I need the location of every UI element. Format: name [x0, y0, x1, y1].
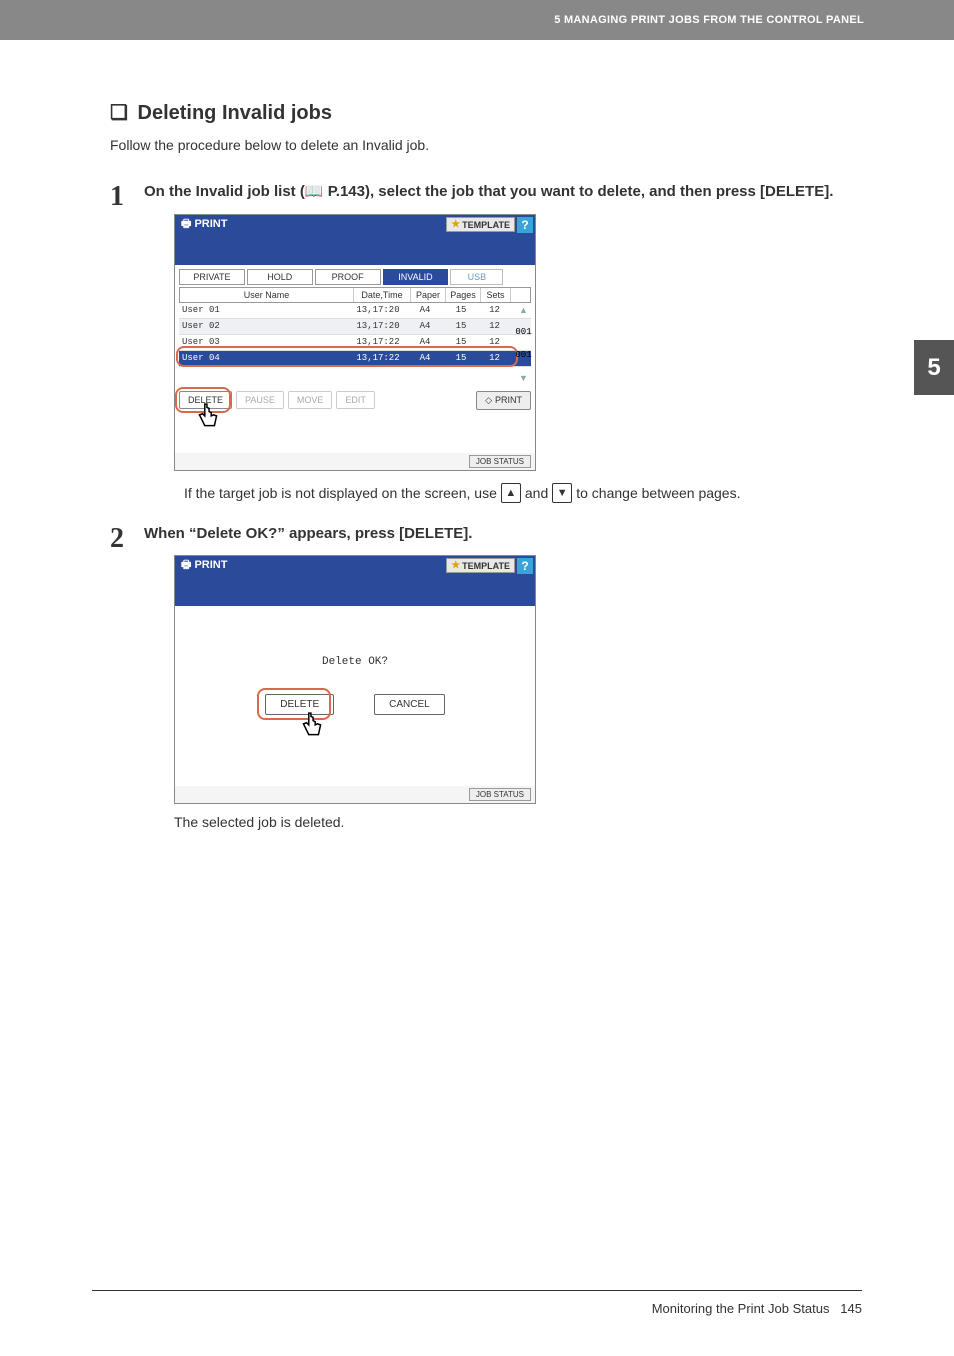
confirm-message: Delete OK?: [322, 656, 388, 668]
step-2: 2 When “Delete OK?” appears, press [DELE…: [110, 523, 862, 830]
panel-title: 🖶 PRINT: [181, 556, 227, 575]
job-status-button[interactable]: JOB STATUS: [469, 788, 531, 801]
step-note: If the target job is not displayed on th…: [184, 483, 862, 503]
help-button[interactable]: ?: [517, 217, 533, 233]
page-header: 5 MANAGING PRINT JOBS FROM THE CONTROL P…: [0, 0, 954, 40]
step-number: 1: [110, 181, 130, 503]
tab-proof[interactable]: PROOF: [315, 269, 381, 285]
job-status-button[interactable]: JOB STATUS: [469, 455, 531, 468]
bullet-icon: ❏: [110, 102, 128, 124]
tab-hold[interactable]: HOLD: [247, 269, 313, 285]
table-row[interactable]: User 0213,17:20A41512: [179, 319, 531, 335]
step-after-note: The selected job is deleted.: [174, 814, 862, 830]
scroll-down-icon[interactable]: ▼: [519, 373, 528, 383]
tab-invalid[interactable]: INVALID: [383, 269, 449, 285]
panel-title: 🖶 PRINT: [181, 215, 227, 234]
book-icon: 📖: [305, 182, 324, 204]
printer-icon: 🖶: [181, 559, 191, 571]
table-row-selected[interactable]: User 0413,17:22A41512: [179, 351, 531, 367]
pointer-icon: [299, 711, 325, 748]
step-heading: On the Invalid job list (📖 P.143), selec…: [144, 181, 862, 204]
scroll-up-icon[interactable]: ▲: [519, 305, 528, 315]
star-icon: ★: [451, 560, 460, 571]
table-row[interactable]: User 0113,17:20A41512: [179, 303, 531, 319]
pointer-icon: [195, 402, 529, 439]
print-panel-confirm: 🖶 PRINT ★TEMPLATE ? Delete OK? DELETE CA…: [174, 555, 536, 804]
chapter-tab: 5: [914, 340, 954, 395]
star-icon: ★: [451, 219, 460, 230]
step-number: 2: [110, 523, 130, 830]
page-down-icon: ▼: [552, 483, 572, 503]
printer-icon: 🖶: [181, 218, 191, 230]
template-button[interactable]: ★TEMPLATE: [446, 217, 515, 232]
step-1: 1 On the Invalid job list (📖 P.143), sel…: [110, 181, 862, 503]
step-heading: When “Delete OK?” appears, press [DELETE…: [144, 523, 862, 545]
print-panel-invalid-list: 🖶 PRINT ★TEMPLATE ? PRIVATE HOLD PROOF I…: [174, 214, 536, 471]
cancel-button[interactable]: CANCEL: [374, 694, 445, 715]
table-row[interactable]: User 0313,17:22A41512: [179, 335, 531, 351]
page-up-icon: ▲: [501, 483, 521, 503]
tab-private[interactable]: PRIVATE: [179, 269, 245, 285]
page-footer: Monitoring the Print Job Status 145: [92, 1290, 862, 1356]
template-button[interactable]: ★TEMPLATE: [446, 558, 515, 573]
help-button[interactable]: ?: [517, 558, 533, 574]
section-title: ❏ Deleting Invalid jobs: [110, 100, 862, 125]
table-header: User Name Date,Time Paper Pages Sets: [179, 287, 531, 303]
intro-text: Follow the procedure below to delete an …: [110, 137, 862, 153]
tab-usb[interactable]: USB: [450, 269, 503, 285]
chapter-label: 5 MANAGING PRINT JOBS FROM THE CONTROL P…: [554, 14, 864, 26]
